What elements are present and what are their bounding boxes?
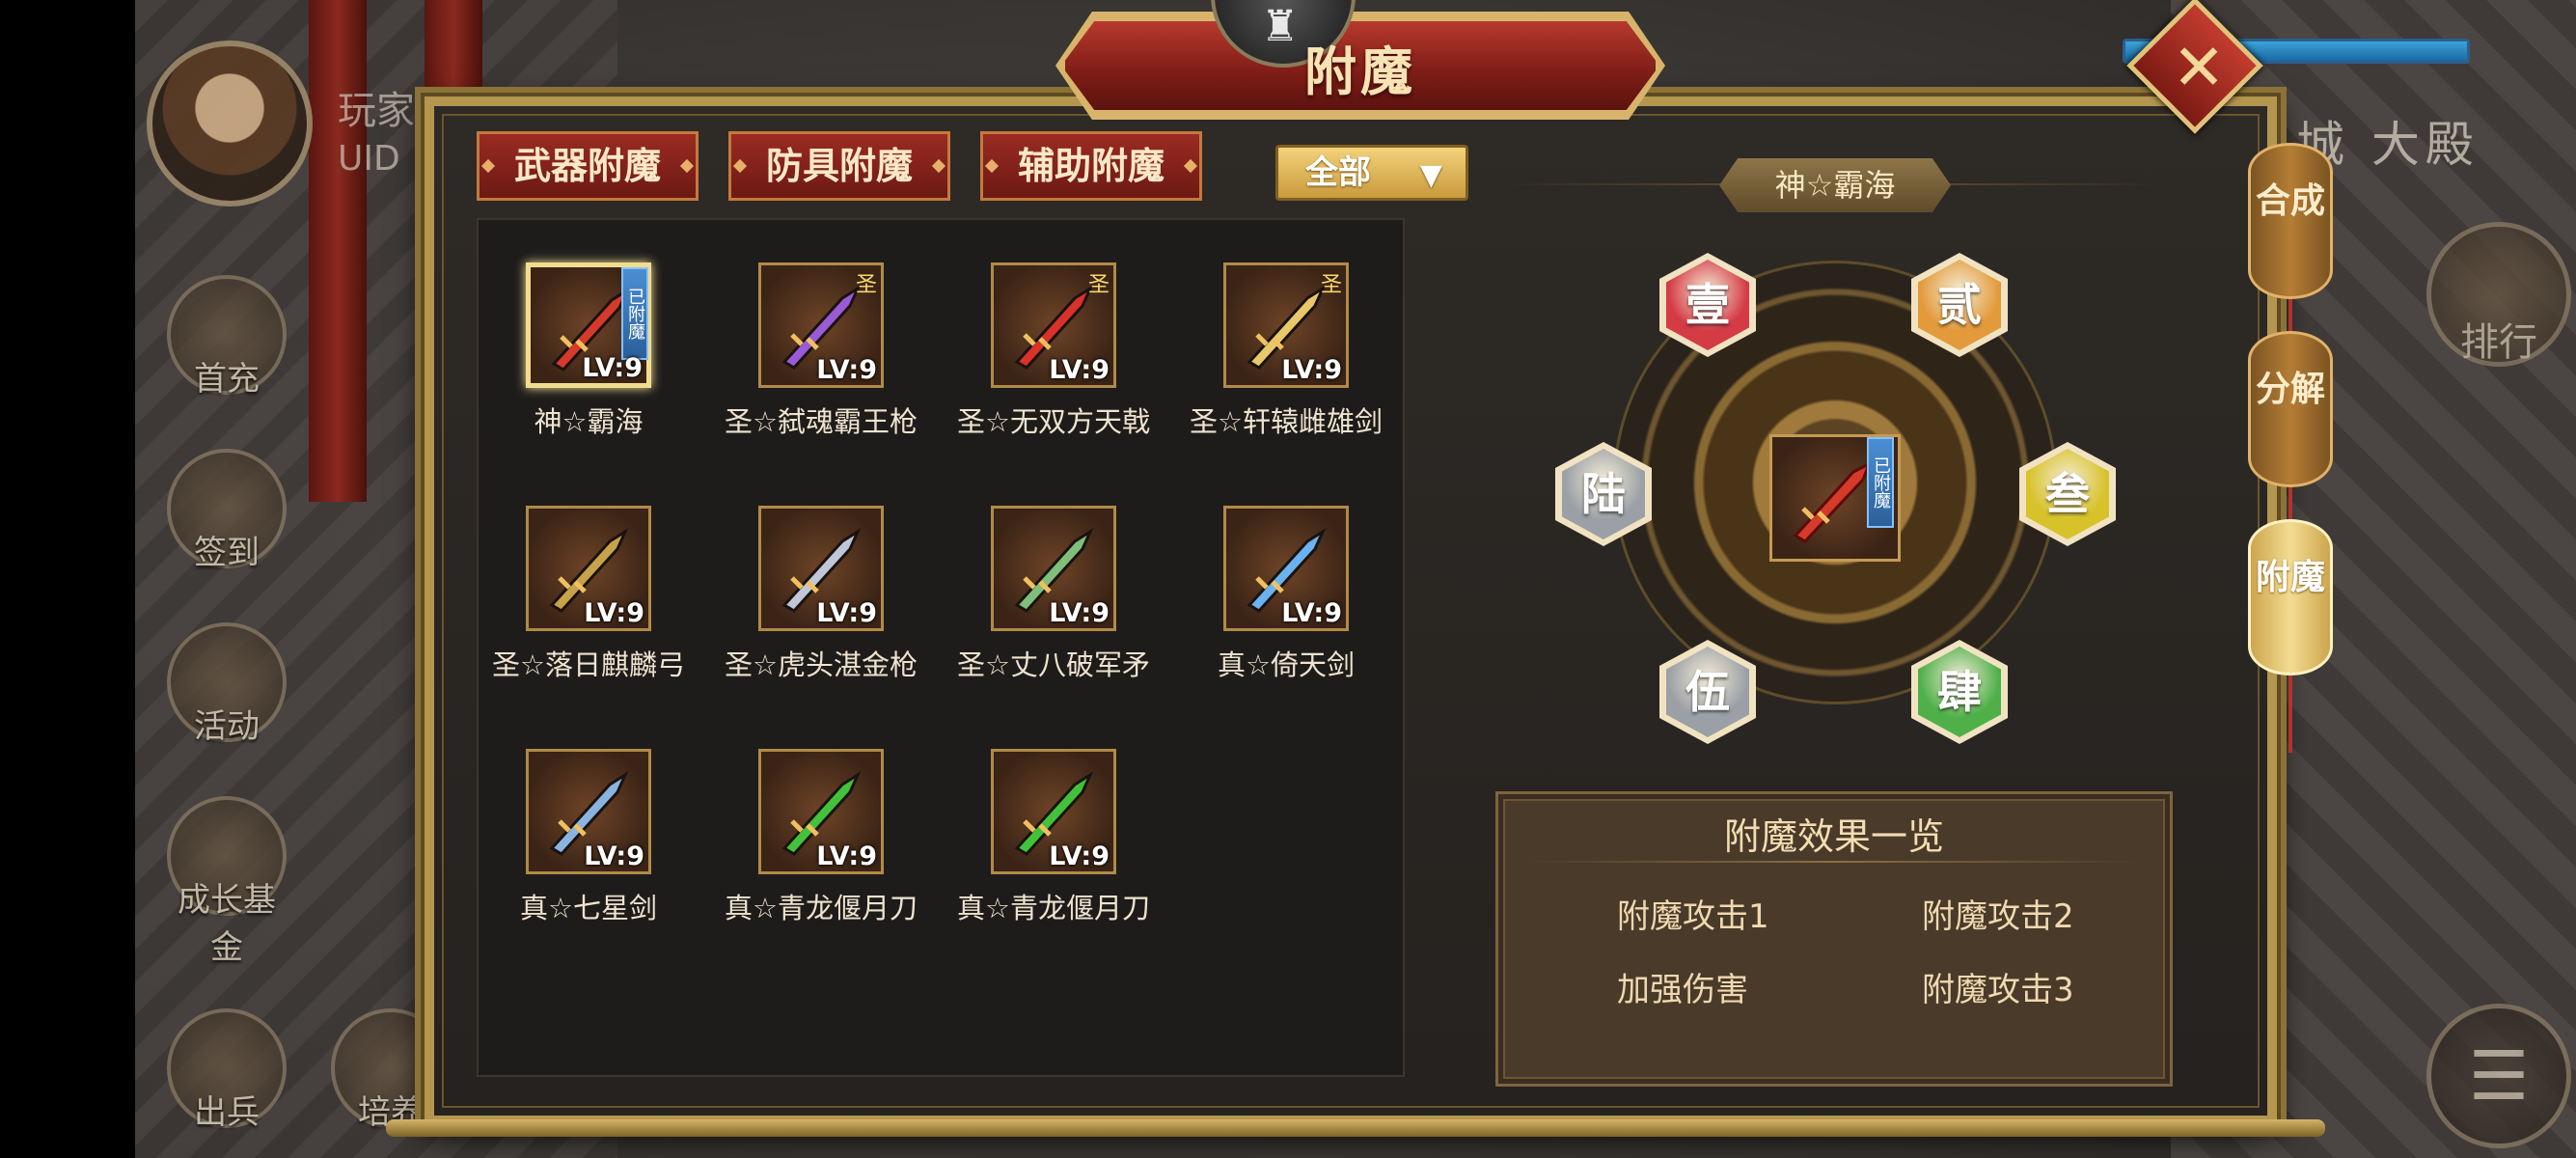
item-level: LV:9 [816,598,877,628]
weapon-item[interactable]: LV:9 真☆七星剑 [492,749,685,926]
player-avatar[interactable] [147,41,313,207]
item-level: LV:9 [1049,355,1110,385]
sign-in-label: 签到 [194,534,260,572]
item-level: LV:9 [1281,598,1342,628]
item-level: LV:9 [1281,355,1342,385]
first-recharge-button[interactable]: 首充 [164,275,289,400]
enchant-slot-label: 伍 [1666,647,1749,737]
item-level: LV:9 [1049,598,1110,628]
item-name: 圣☆轩辕雌雄剑 [1190,405,1383,438]
enchanted-badge: 已附魔 [1867,437,1894,528]
growth-fund-label: 成长基金 [178,881,276,967]
events-button[interactable]: 活动 [164,622,289,747]
item-name: 圣☆落日麒麟弓 [492,648,685,681]
item-level: LV:9 [816,355,877,385]
red-pillar [309,0,367,502]
side-tab-label: 合成 [2255,181,2325,221]
item-slot: LV:9 [991,506,1116,631]
filter-dropdown[interactable]: 全部 ▼ [1275,145,1468,201]
enchant-slot-label: 陆 [1562,449,1645,539]
enchanted-badge: 已附魔 [621,267,648,360]
item-slot: LV:9 [758,749,884,874]
item-level: LV:9 [1049,841,1110,871]
side-tab-decompose[interactable]: 分解 [2248,331,2333,487]
effect-item: 附魔攻击2 [1922,897,2074,936]
item-slot: LV:9 [1223,506,1349,631]
player-name: 玩家 [338,89,415,133]
tab-armor-enchant[interactable]: 防具附魔 [728,131,950,201]
item-slot: 圣 LV:9 [758,262,884,388]
holy-star-icon: 圣 [1087,273,1110,297]
enchant-slot-label: 贰 [1918,260,2001,350]
weapon-item[interactable]: 圣 LV:9 圣☆轩辕雌雄剑 [1190,262,1383,440]
enchant-slot-label: 叁 [2026,449,2109,539]
item-name: 神☆霸海 [534,405,644,438]
item-slot: LV:9 [991,749,1116,874]
weapon-item[interactable]: LV:9 圣☆落日麒麟弓 [492,506,685,683]
dispatch-button[interactable]: 出兵 [164,1008,289,1133]
wheel-center-weapon[interactable]: 已附魔 [1769,434,1901,562]
effect-item: 附魔攻击3 [1922,971,2074,1009]
weapon-item[interactable]: 圣 LV:9 圣☆无双方天戟 [957,262,1150,440]
player-uid: UID [338,139,400,179]
item-name: 圣☆弑魂霸王枪 [725,405,918,438]
ranking-label: 排行 [2460,320,2537,365]
holy-star-icon: 圣 [855,273,877,297]
item-name: 真☆青龙偃月刀 [957,892,1150,924]
effect-item: 加强伤害 [1617,971,1748,1009]
tab-accessory-enchant[interactable]: 辅助附魔 [980,131,1202,201]
item-name: 圣☆无双方天戟 [957,405,1150,438]
item-name: 圣☆虎头湛金枪 [725,648,918,681]
item-name: 真☆七星剑 [520,892,657,924]
item-level: LV:9 [584,841,644,871]
tab-weapon-enchant[interactable]: 武器附魔 [477,131,699,201]
close-icon: ✕ [2172,30,2226,105]
weapon-item[interactable]: LV:9 真☆青龙偃月刀 [957,749,1150,926]
effect-divider [1524,861,2142,863]
item-slot: LV:9 [758,506,884,631]
item-slot: 圣 LV:9 [991,262,1116,388]
filter-selected: 全部 [1305,153,1371,192]
selected-weapon-name: 神☆霸海 [1719,158,1951,212]
growth-fund-button[interactable]: 成长基金 [164,796,289,968]
item-level: LV:9 [584,598,644,628]
side-tab-label: 附魔 [2255,558,2325,597]
weapon-item[interactable]: LV:9 圣☆丈八破军矛 [957,506,1150,683]
weapon-item[interactable]: 已附魔 LV:9 神☆霸海 [492,262,685,440]
tab-connector [2288,666,2292,753]
item-slot: 圣 LV:9 [1223,262,1349,388]
item-name: 真☆青龙偃月刀 [725,892,918,924]
side-tab-label: 分解 [2255,370,2325,409]
item-slot: 已附魔 LV:9 [526,262,651,388]
side-tab-synthesize[interactable]: 合成 [2248,143,2333,299]
effect-summary-title: 附魔效果一览 [1723,815,1944,858]
main-menu-button[interactable]: ☰ [2426,1004,2571,1148]
item-name: 圣☆丈八破军矛 [957,648,1150,681]
enchant-slot-label: 肆 [1918,647,2001,737]
modal-title: 附魔 [1304,41,1416,102]
weapon-item[interactable]: LV:9 真☆倚天剑 [1190,506,1383,683]
holy-star-icon: 圣 [1320,273,1342,297]
side-tab-enchant[interactable]: 附魔 [2248,519,2333,676]
weapon-item[interactable]: 圣 LV:9 圣☆弑魂霸王枪 [725,262,918,440]
enchant-slot-label: 壹 [1666,260,1749,350]
ranking-button[interactable]: 排行 [2426,222,2571,367]
sign-in-button[interactable]: 签到 [164,449,289,573]
item-name: 真☆倚天剑 [1218,648,1355,681]
events-label: 活动 [194,707,260,746]
modal-bottom-trim [386,1119,2325,1137]
first-recharge-label: 首充 [194,360,260,399]
item-level: LV:9 [816,841,877,871]
item-slot: LV:9 [526,749,651,874]
dispatch-label: 出兵 [194,1093,260,1132]
effect-item: 附魔攻击1 [1617,897,1769,936]
item-slot: LV:9 [526,506,651,631]
chevron-down-icon: ▼ [1419,158,1442,192]
item-level: LV:9 [582,353,643,383]
weapon-item[interactable]: LV:9 真☆青龙偃月刀 [725,749,918,926]
weapon-item[interactable]: LV:9 圣☆虎头湛金枪 [725,506,918,683]
